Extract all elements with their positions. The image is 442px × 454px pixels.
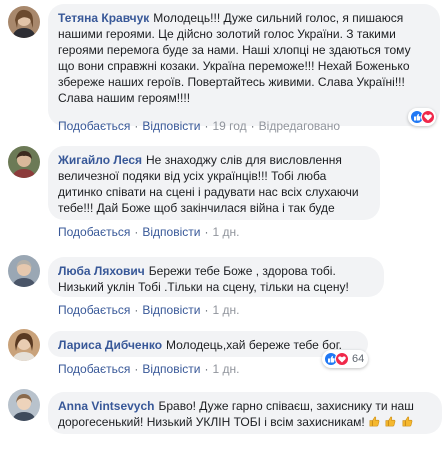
comment-actions: Подобається · Відповісти · 19 год · Відредагов… bbox=[58, 119, 340, 133]
separator: · bbox=[204, 225, 209, 239]
comment-bubble: Жигайло Леся Не знаходжу слів для висловл… bbox=[48, 146, 380, 220]
reaction-count: 64 bbox=[352, 353, 365, 365]
comment-text: Молодець!!! Дуже сильний голос, я пишаюс… bbox=[58, 11, 411, 105]
separator: · bbox=[204, 303, 209, 317]
comment-author[interactable]: Anna Vintsevych bbox=[58, 399, 154, 413]
comment-actions: Подобається · Відповісти · 1 дн. bbox=[58, 225, 239, 239]
edited-label[interactable]: Відредаговано bbox=[259, 119, 340, 133]
avatar[interactable] bbox=[8, 389, 40, 421]
comment-text: Молодець,хай береже тебе бог. bbox=[166, 338, 342, 352]
separator: · bbox=[250, 119, 255, 133]
reactions-summary[interactable]: 64 bbox=[322, 350, 369, 368]
reply-link[interactable]: Відповісти bbox=[142, 362, 200, 376]
reactions-summary[interactable] bbox=[408, 108, 436, 126]
thumbs-up-icon bbox=[401, 415, 414, 429]
thumbs-up-icon bbox=[384, 415, 400, 429]
avatar[interactable] bbox=[8, 146, 40, 178]
comment-actions: Подобається · Відповісти · 1 дн. bbox=[58, 362, 239, 376]
comment-bubble: Лариса Дибченко Молодець,хай береже тебе … bbox=[48, 331, 368, 357]
like-link[interactable]: Подобається bbox=[58, 225, 130, 239]
love-reaction-icon bbox=[421, 110, 435, 124]
comment-time[interactable]: 19 год bbox=[212, 119, 246, 133]
separator: · bbox=[204, 362, 209, 376]
like-link[interactable]: Подобається bbox=[58, 303, 130, 317]
comment-author[interactable]: Люба Ляхович bbox=[58, 264, 145, 278]
comment-actions: Подобається · Відповісти · 1 дн. bbox=[58, 303, 239, 317]
comment-author[interactable]: Лариса Дибченко bbox=[58, 338, 162, 352]
thumbs-up-icon bbox=[365, 415, 385, 429]
love-reaction-icon bbox=[335, 352, 349, 366]
comment-time[interactable]: 1 дн. bbox=[212, 303, 239, 317]
reply-link[interactable]: Відповісти bbox=[142, 119, 200, 133]
avatar[interactable] bbox=[8, 6, 40, 38]
avatar[interactable] bbox=[8, 255, 40, 287]
comment-bubble: Anna Vintsevych Браво! Дуже гарно співаєш… bbox=[48, 392, 442, 434]
reply-link[interactable]: Відповісти bbox=[142, 225, 200, 239]
separator: · bbox=[134, 303, 139, 317]
comment-time[interactable]: 1 дн. bbox=[212, 225, 239, 239]
comment-time[interactable]: 1 дн. bbox=[212, 362, 239, 376]
like-link[interactable]: Подобається bbox=[58, 119, 130, 133]
comment-bubble: Тетяна Кравчук Молодець!!! Дуже сильний г… bbox=[48, 4, 440, 126]
avatar[interactable] bbox=[8, 329, 40, 361]
comment-bubble: Люба Ляхович Бережи тебе Боже , здорова т… bbox=[48, 257, 384, 297]
separator: · bbox=[204, 119, 209, 133]
separator: · bbox=[134, 362, 139, 376]
reply-link[interactable]: Відповісти bbox=[142, 303, 200, 317]
comment-author[interactable]: Тетяна Кравчук bbox=[58, 11, 149, 25]
separator: · bbox=[134, 225, 139, 239]
comment-author[interactable]: Жигайло Леся bbox=[58, 153, 142, 167]
separator: · bbox=[134, 119, 139, 133]
like-link[interactable]: Подобається bbox=[58, 362, 130, 376]
